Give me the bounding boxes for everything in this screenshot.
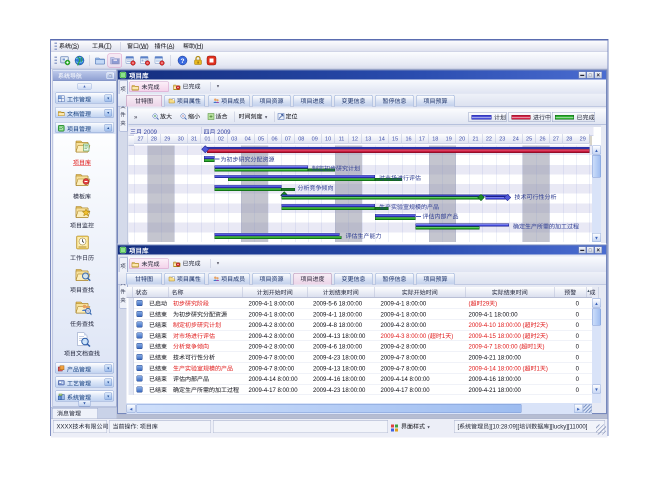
svg-text:?: ? [181,55,185,65]
